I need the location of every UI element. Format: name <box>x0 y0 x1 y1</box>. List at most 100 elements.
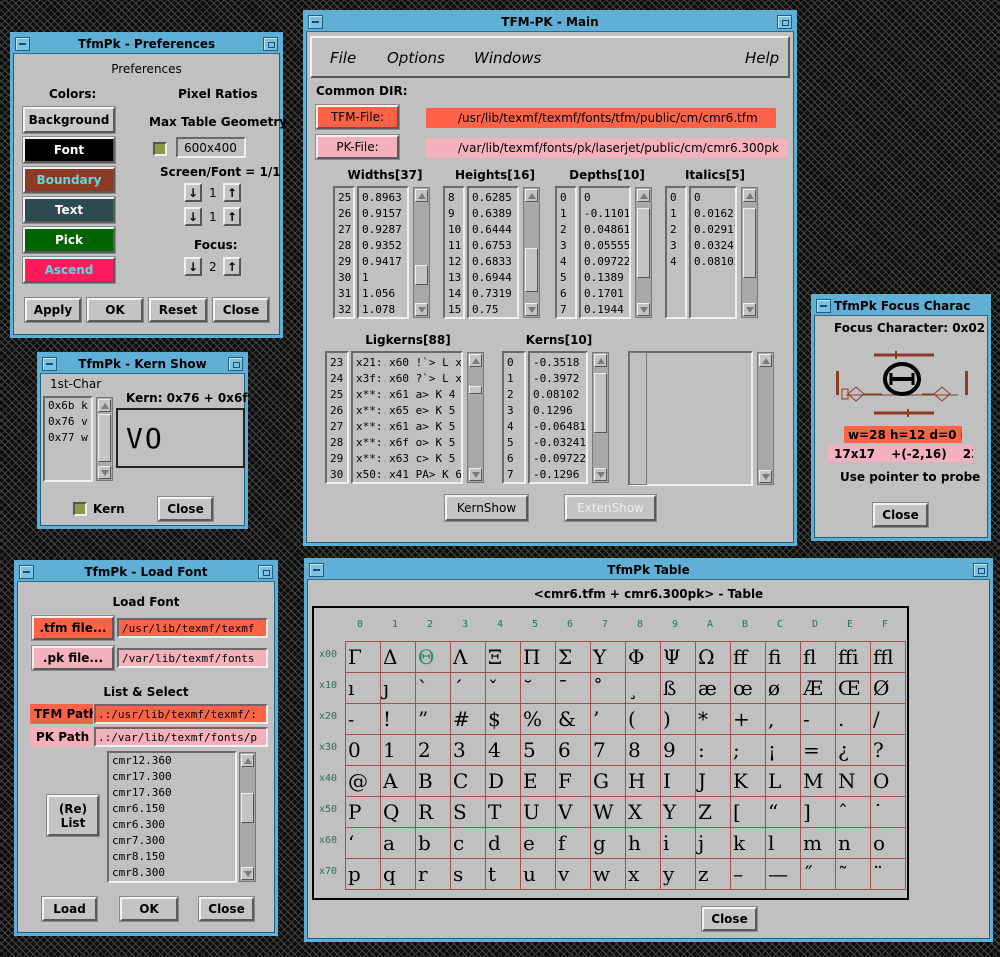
list-item[interactable]: 0.9352 <box>359 238 407 254</box>
glyph-cell[interactable]: ø <box>765 672 801 704</box>
tfm-file-path[interactable]: /usr/lib/texmf/texmf/fonts/tfm/public/cm… <box>426 108 776 128</box>
table-close-button[interactable]: Close <box>702 907 757 931</box>
window-menu-icon[interactable] <box>42 357 57 371</box>
list-item[interactable]: cmr17.360 <box>109 785 235 801</box>
list-item[interactable]: 0 <box>667 190 685 206</box>
glyph-cell[interactable]: # <box>450 703 486 735</box>
glyph-cell[interactable]: Φ <box>625 641 661 673</box>
glyph-cell[interactable]: R <box>415 796 451 828</box>
glyph-cell[interactable]: 9 <box>660 734 696 766</box>
glyph-cell[interactable]: Æ <box>800 672 836 704</box>
glyph-cell[interactable]: f <box>555 827 591 859</box>
focus-up-button[interactable]: ↑ <box>223 257 241 276</box>
glyph-cell[interactable]: D <box>485 765 521 797</box>
list-item[interactable]: 29 <box>327 451 347 467</box>
glyph-cell[interactable]: m <box>800 827 836 859</box>
list-item[interactable]: 0 <box>581 190 629 206</box>
glyph-cell[interactable]: ˚ <box>590 672 626 704</box>
glyph-cell[interactable]: fi <box>765 641 801 673</box>
tfm-path-input[interactable]: .:/usr/lib/texmf/texmf/: <box>94 704 268 724</box>
kernshow-button[interactable]: KernShow <box>445 495 528 521</box>
glyph-cell[interactable]: % <box>520 703 556 735</box>
list-item[interactable]: x**: x6f o> K 5 <box>353 435 461 451</box>
glyph-cell[interactable]: N <box>835 765 871 797</box>
glyph-cell[interactable]: ‘ <box>345 827 381 859</box>
glyph-cell[interactable]: r <box>415 858 451 890</box>
glyph-cell[interactable]: ffi <box>835 641 871 673</box>
list-item[interactable]: 27 <box>335 222 353 238</box>
tfm-file-button[interactable]: .tfm file... <box>32 616 114 640</box>
glyph-cell[interactable]: Ω <box>695 641 731 673</box>
glyph-cell[interactable]: 8 <box>625 734 661 766</box>
list-item[interactable]: 0.05555 <box>581 238 629 254</box>
glyph-cell[interactable]: L <box>765 765 801 797</box>
list-item[interactable]: 6 <box>557 286 575 302</box>
list-item[interactable]: 0.04861 <box>581 222 629 238</box>
list-item[interactable]: 0.6285 <box>469 190 517 206</box>
list-item[interactable]: -0.06481 <box>530 419 586 435</box>
list-item[interactable]: 0.02917 <box>691 222 735 238</box>
glyph-cell[interactable]: Π <box>520 641 556 673</box>
glyph-cell[interactable]: Ø <box>870 672 906 704</box>
glyph-cell[interactable]: œ <box>730 672 766 704</box>
list-item[interactable]: x3f: x60 ?`> L x3e <box>353 371 461 387</box>
glyph-cell[interactable]: H <box>625 765 661 797</box>
heights-scrollbar[interactable] <box>523 187 540 318</box>
glyph-cell[interactable]: X <box>625 796 661 828</box>
glyph-cell[interactable]: = <box>800 734 836 766</box>
list-item[interactable]: 30 <box>327 467 347 482</box>
list-item[interactable]: -0.3972 <box>530 371 586 387</box>
extens-scrollbar[interactable] <box>757 352 774 485</box>
list-item[interactable]: 1 <box>557 206 575 222</box>
glyph-cell[interactable]: c <box>450 827 486 859</box>
list-item[interactable]: 0.75 <box>469 302 517 317</box>
glyph-cell[interactable]: Q <box>380 796 416 828</box>
glyph-cell[interactable]: 6 <box>555 734 591 766</box>
list-item[interactable]: 12 <box>445 254 463 270</box>
menu-windows[interactable]: Windows <box>474 49 541 67</box>
list-item[interactable]: 1.056 <box>359 286 407 302</box>
load-close-button[interactable]: Close <box>199 897 254 921</box>
glyph-cell[interactable]: u <box>520 858 556 890</box>
glyph-cell[interactable]: Ξ <box>485 641 521 673</box>
list-item[interactable]: 30 <box>335 270 353 286</box>
glyph-cell[interactable]: V <box>555 796 591 828</box>
kerns-index-list[interactable]: 01234567 <box>502 351 526 484</box>
glyph-cell[interactable]: ˘ <box>520 672 556 704</box>
list-item[interactable]: 1 <box>667 206 685 222</box>
relist-button[interactable]: (Re) List <box>47 795 99 836</box>
glyph-cell[interactable]: M <box>800 765 836 797</box>
list-item[interactable]: 2 <box>667 222 685 238</box>
kern-close-button[interactable]: Close <box>158 497 213 521</box>
list-item[interactable]: -0.1296 <box>530 467 586 482</box>
list-item[interactable]: 0x6b k <box>45 398 91 414</box>
glyph-cell[interactable]: g <box>590 827 626 859</box>
glyph-cell[interactable]: – <box>730 858 766 890</box>
glyph-cell[interactable]: 2 <box>415 734 451 766</box>
glyph-cell[interactable]: 1 <box>380 734 416 766</box>
glyph-cell[interactable]: q <box>380 858 416 890</box>
glyph-cell[interactable]: 5 <box>520 734 556 766</box>
focus-down-button[interactable]: ↓ <box>184 257 202 276</box>
list-item[interactable]: 23 <box>327 355 347 371</box>
glyph-cell[interactable]: ; <box>730 734 766 766</box>
list-item[interactable]: x**: x63 c> K 5 <box>353 451 461 467</box>
font-file-list[interactable]: cmr12.360 cmr17.300 cmr17.360 cmr6.150 cmr6.… <box>107 751 237 883</box>
menu-options[interactable]: Options <box>387 49 445 67</box>
glyph-cell[interactable]: j <box>695 827 731 859</box>
glyph-cell[interactable]: ˆ <box>835 796 871 828</box>
list-item[interactable]: 8 <box>445 190 463 206</box>
glyph-cell[interactable]: ff <box>730 641 766 673</box>
glyph-cell[interactable]: ` <box>415 672 451 704</box>
kern-checkbox[interactable] <box>73 502 87 516</box>
list-item[interactable]: 0.9157 <box>359 206 407 222</box>
color-font-button[interactable]: Font <box>23 137 115 163</box>
list-item[interactable]: 1.078 <box>359 302 407 317</box>
load-button[interactable]: Load <box>42 897 97 921</box>
list-item[interactable]: x**: x61 a> K 4 <box>353 387 461 403</box>
list-item[interactable]: 1 <box>359 270 407 286</box>
ratio2-up-button[interactable]: ↑ <box>223 207 241 226</box>
window-menu-icon[interactable] <box>309 563 324 577</box>
glyph-cell[interactable]: Œ <box>835 672 871 704</box>
pk-path-input[interactable]: .:/var/lib/texmf/fonts/p <box>94 727 268 747</box>
